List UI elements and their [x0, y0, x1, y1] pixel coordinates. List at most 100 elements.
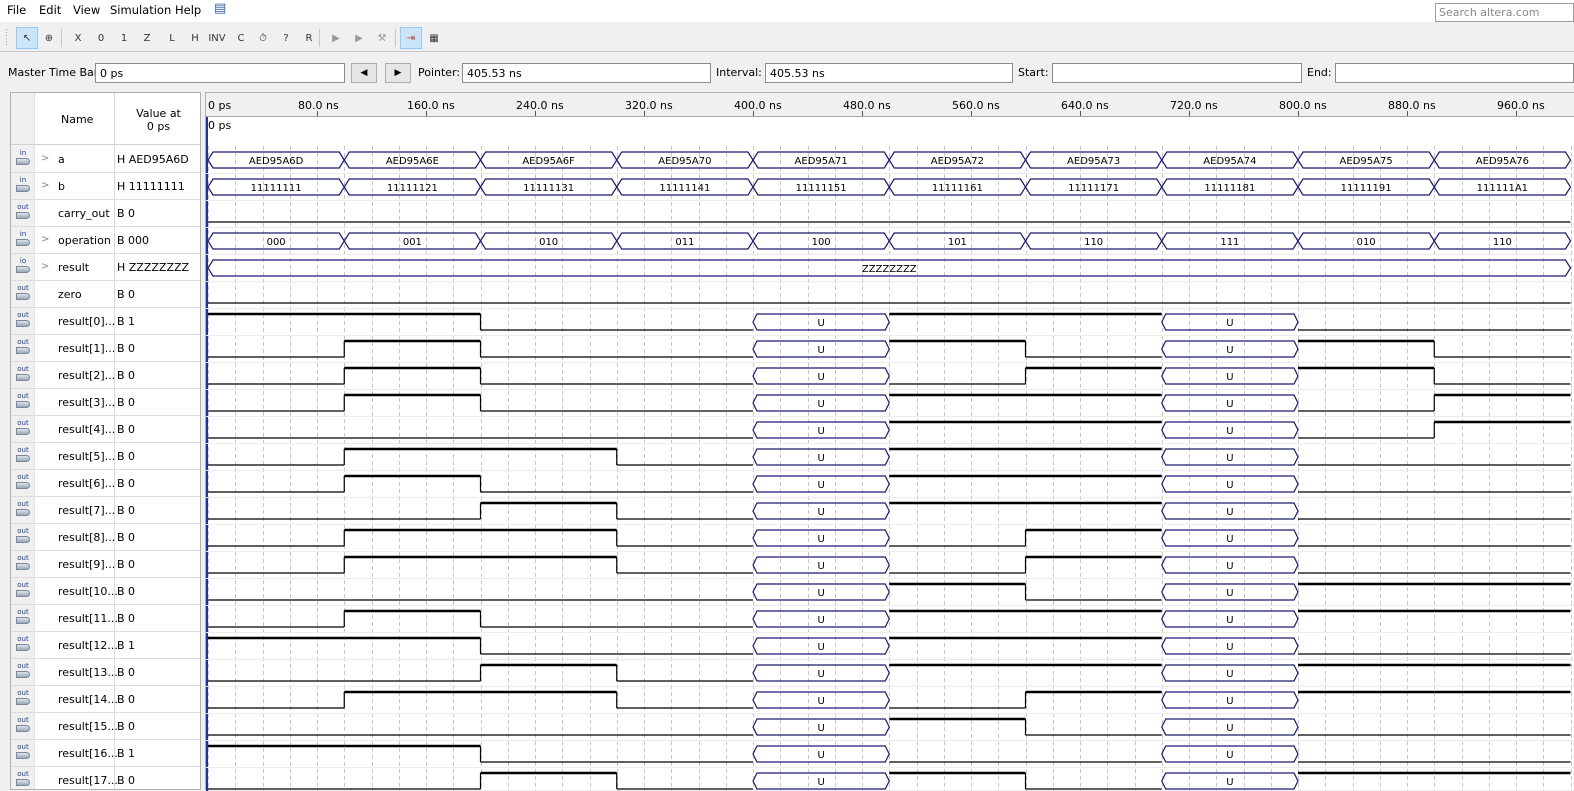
selection-tool-button[interactable]: ↖ [16, 27, 38, 49]
undefined-value-label: U [1226, 777, 1233, 788]
toolbar-separator [395, 29, 396, 47]
expand-chevron-icon[interactable]: > [41, 180, 49, 191]
run-functional-simulation-button[interactable]: ▶ [325, 27, 347, 49]
interval-input[interactable]: 405.53 ns [765, 63, 1013, 83]
signal-row[interactable]: out result[14... B 0 [11, 686, 200, 713]
value-column-header[interactable]: Value at 0 ps [115, 107, 200, 133]
bus-value-label: 111111A1 [1477, 183, 1528, 194]
previous-transition-button[interactable]: ◀ [351, 63, 377, 83]
pointer-label: Pointer: [418, 66, 461, 79]
signal-row[interactable]: out result[2]... B 0 [11, 362, 200, 389]
toolbar-grip[interactable] [6, 29, 7, 47]
run-timing-simulation-button[interactable]: ▶ [348, 27, 370, 49]
signal-direction-label: out [17, 689, 29, 697]
signal-row[interactable]: in > b H 11111111 [11, 173, 200, 200]
waveform-canvas[interactable]: 0 ps AED95A6D AED95A6E AED95A6F AED95A70 AED9… [206, 117, 1574, 791]
signal-row[interactable]: out result[0]... B 1 [11, 308, 200, 335]
undefined-value-label: U [1226, 480, 1233, 491]
signal-row[interactable]: out zero B 0 [11, 281, 200, 308]
time-tick-label: 320.0 ns [625, 99, 673, 112]
signal-row[interactable]: out result[4]... B 0 [11, 416, 200, 443]
arbitrary-value-button[interactable]: ? [275, 27, 297, 49]
undefined-value-label: U [1226, 507, 1233, 518]
high-impedance-z-button[interactable]: Z [136, 27, 158, 49]
signal-row[interactable]: out result[9]... B 0 [11, 551, 200, 578]
count-value-c-button[interactable]: C [230, 27, 252, 49]
pointer-input[interactable]: 405.53 ns [462, 63, 711, 83]
signal-row[interactable]: out result[17... B 0 [11, 767, 200, 789]
signal-row[interactable]: out result[13... B 0 [11, 659, 200, 686]
signal-value: B 0 [117, 693, 136, 706]
signal-value: B 0 [117, 342, 136, 355]
signal-row[interactable]: out result[16... B 1 [11, 740, 200, 767]
undefined-value-label: U [1226, 561, 1233, 572]
speech-bubble-icon[interactable]: ▤ [214, 1, 226, 16]
signal-row[interactable]: out result[8]... B 0 [11, 524, 200, 551]
search-input[interactable]: Search altera.com [1435, 3, 1574, 22]
signal-value: B 0 [117, 450, 136, 463]
menu-help[interactable]: Help [175, 3, 201, 17]
name-column-header[interactable]: Name [61, 113, 93, 126]
next-transition-button[interactable]: ▶ [385, 63, 411, 83]
generate-netlist-button[interactable]: ⚒ [371, 27, 393, 49]
signal-row[interactable]: out result[1]... B 0 [11, 335, 200, 362]
expand-chevron-icon[interactable]: > [41, 234, 49, 245]
undefined-value-label: U [1226, 318, 1233, 329]
weak-high-h-button[interactable]: H [184, 27, 206, 49]
signal-direction-label: io [19, 257, 27, 265]
signal-row[interactable]: in > operation B 000 [11, 227, 200, 254]
random-values-r-button[interactable]: R [298, 27, 320, 49]
signal-row[interactable]: io > result H ZZZZZZZZ [11, 254, 200, 281]
port-arrow-glyph [16, 644, 30, 651]
time-tick-label: 240.0 ns [516, 99, 564, 112]
signal-row[interactable]: out result[12... B 1 [11, 632, 200, 659]
signal-row[interactable]: out result[15... B 0 [11, 713, 200, 740]
signal-name: result[14... [58, 693, 118, 706]
menu-edit[interactable]: Edit [39, 3, 61, 17]
signal-row[interactable]: out result[5]... B 0 [11, 443, 200, 470]
time-tick-label: 480.0 ns [843, 99, 891, 112]
forcing-unknown-icon: X [74, 32, 82, 44]
waveform-panel[interactable]: 0 ps 80.0 ns 160.0 ns 240.0 ns 320.0 ns 400.0… [205, 92, 1574, 791]
signal-direction-label: out [17, 203, 29, 211]
expand-chevron-icon[interactable]: > [41, 261, 49, 272]
time-tick-label: 400.0 ns [734, 99, 782, 112]
weak-low-l-button[interactable]: L [161, 27, 183, 49]
signal-direction-label: out [17, 554, 29, 562]
signal-direction-label: out [17, 446, 29, 454]
signal-row[interactable]: in > a H AED95A6D [11, 146, 200, 173]
forcing-unknown-button[interactable]: X [67, 27, 89, 49]
end-input[interactable] [1335, 63, 1574, 83]
signal-row[interactable]: out result[7]... B 0 [11, 497, 200, 524]
snap-to-grid-button[interactable]: ⇥ [400, 27, 422, 49]
signal-direction-label: out [17, 338, 29, 346]
signal-row[interactable]: out result[10... B 0 [11, 578, 200, 605]
expand-chevron-icon[interactable]: > [41, 153, 49, 164]
menu-view[interactable]: View [73, 3, 100, 17]
signal-row[interactable]: out carry_out B 0 [11, 200, 200, 227]
forcing-high-1-button[interactable]: 1 [113, 27, 135, 49]
signal-row[interactable]: out result[3]... B 0 [11, 389, 200, 416]
master-time-bar-input[interactable]: 0 ps [95, 63, 345, 83]
menu-file[interactable]: File [7, 3, 26, 17]
signal-in-icon: in [13, 231, 33, 249]
overwrite-clock-button[interactable]: ⏱ [252, 27, 274, 49]
bus-value-label: 001 [403, 237, 422, 248]
signal-row[interactable]: out result[11... B 0 [11, 605, 200, 632]
signal-out-icon: out [13, 501, 33, 519]
forcing-low-0-button[interactable]: 0 [90, 27, 112, 49]
port-arrow-glyph [16, 239, 30, 246]
signal-value: B 0 [117, 720, 136, 733]
bus-value-label: 010 [539, 237, 558, 248]
signal-value: B 1 [117, 747, 136, 760]
invert-button[interactable]: INV [206, 27, 228, 49]
time-ruler[interactable]: 0 ps 80.0 ns 160.0 ns 240.0 ns 320.0 ns 400.0… [206, 93, 1574, 117]
undefined-value-label: U [1226, 372, 1233, 383]
zoom-tool-button[interactable]: ⊕ [38, 27, 60, 49]
grid-settings-button[interactable]: ▦ [423, 27, 445, 49]
start-input[interactable] [1052, 63, 1302, 83]
menu-simulation[interactable]: Simulation [110, 3, 171, 17]
run-timing-simulation-icon: ▶ [355, 32, 363, 44]
signal-row[interactable]: out result[6]... B 0 [11, 470, 200, 497]
signal-value: B 1 [117, 639, 136, 652]
